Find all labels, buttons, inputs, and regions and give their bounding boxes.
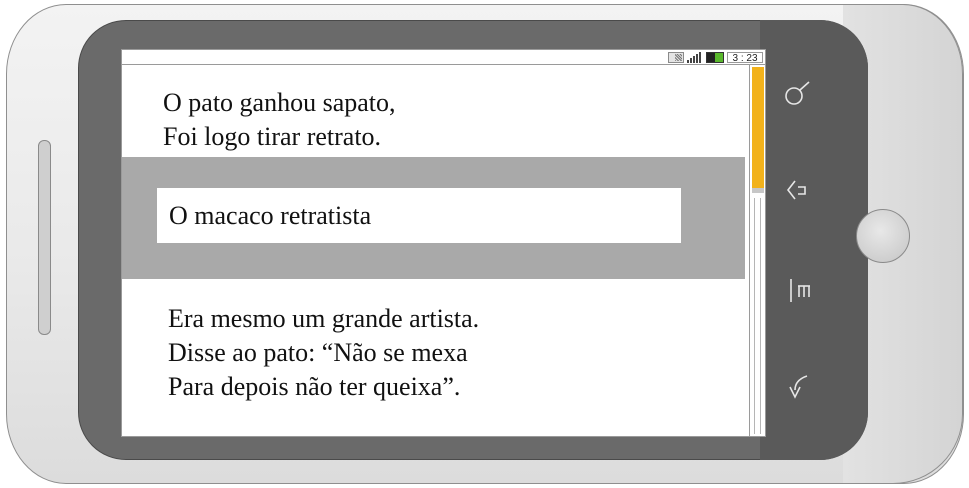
highlighted-title[interactable]: O macaco retratista (157, 188, 681, 243)
status-bar: 3 : 23 (122, 50, 765, 65)
verse-top: O pato ganhou sapato, Foi logo tirar ret… (163, 86, 396, 154)
rotate-icon[interactable] (778, 365, 822, 409)
scroll-thumb[interactable] (752, 67, 764, 193)
verse-line: Foi logo tirar retrato. (163, 122, 382, 151)
battery-icon (706, 51, 724, 63)
search-icon[interactable] (775, 72, 819, 116)
scrollbar[interactable] (749, 65, 765, 436)
signal-bars-icon (687, 51, 703, 63)
phone-screen: 3 : 23 O pato ganhou sapato, Foi logo ti… (121, 49, 766, 437)
status-icons: 3 : 23 (668, 51, 763, 64)
home-button[interactable] (856, 209, 910, 263)
volume-button[interactable] (38, 140, 51, 335)
highlighted-title-band[interactable]: O macaco retratista (122, 157, 745, 279)
phone-mockup: 3 : 23 O pato ganhou sapato, Foi logo ti… (0, 0, 969, 488)
menu-icon[interactable] (778, 268, 822, 312)
verse-bottom: Era mesmo um grande artista. Disse ao pa… (168, 302, 479, 404)
verse-line: Disse ao pato: “Não se mexa (168, 338, 468, 367)
scroll-track-line (760, 198, 761, 434)
verse-line: Era mesmo um grande artista. (168, 304, 480, 333)
verse-line: O pato ganhou sapato, (163, 88, 396, 117)
verse-line: Para depois não ter queixa”. (168, 372, 461, 401)
back-icon[interactable] (778, 168, 822, 212)
sim-card-icon (668, 51, 684, 63)
status-clock: 3 : 23 (727, 51, 763, 64)
scroll-track-line (754, 198, 755, 434)
